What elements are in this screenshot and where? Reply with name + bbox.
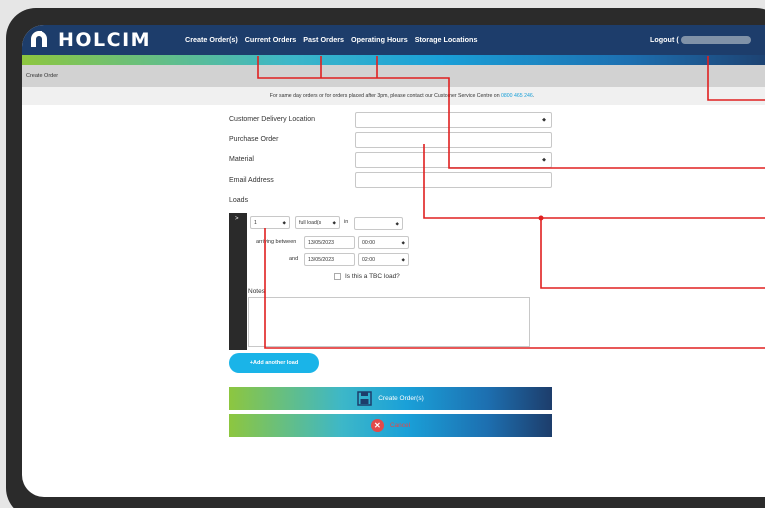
annotation-line-purchase-order	[423, 144, 765, 219]
annotation-line-logout	[707, 56, 765, 101]
annotation-dot	[538, 215, 544, 221]
annotation-line-nav	[257, 56, 765, 169]
annotation-line-in-select	[540, 218, 765, 289]
annotation-overlay	[257, 56, 765, 349]
